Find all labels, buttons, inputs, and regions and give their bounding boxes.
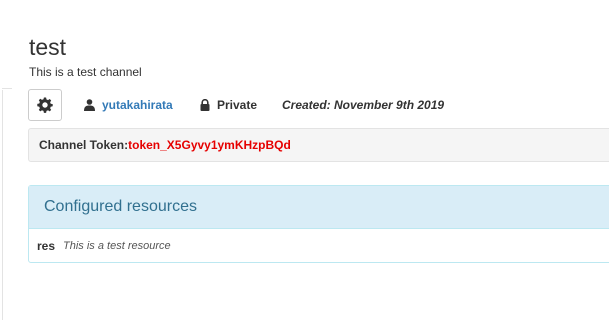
- privacy-label: Private: [217, 98, 258, 112]
- channel-description: This is a test channel: [29, 65, 142, 79]
- token-label: Channel Token:: [39, 138, 129, 152]
- panel-heading: Configured resources: [29, 186, 609, 229]
- left-rail: [2, 90, 3, 320]
- user-icon: [84, 99, 95, 111]
- settings-button[interactable]: [28, 89, 62, 121]
- gear-icon: [37, 97, 53, 113]
- created-date: Created: November 9th 2019: [282, 98, 445, 112]
- channel-privacy: Private: [200, 95, 257, 115]
- page-title: test: [29, 34, 67, 60]
- token-value: token_X5Gyvy1ymKHzpBQd: [128, 138, 291, 152]
- channel-owner: yutakahirata: [84, 95, 173, 115]
- lock-icon: [200, 99, 210, 111]
- resource-description: This is a test resource: [63, 239, 171, 252]
- configured-resources-panel: Configured resources res This is a test …: [28, 185, 609, 263]
- left-rail-top: [2, 88, 12, 89]
- resource-name[interactable]: res: [37, 239, 55, 253]
- channel-token-box: Channel Token: token_X5Gyvy1ymKHzpBQd: [28, 128, 609, 162]
- list-item: res This is a test resource: [29, 229, 609, 262]
- owner-link[interactable]: yutakahirata: [102, 98, 173, 112]
